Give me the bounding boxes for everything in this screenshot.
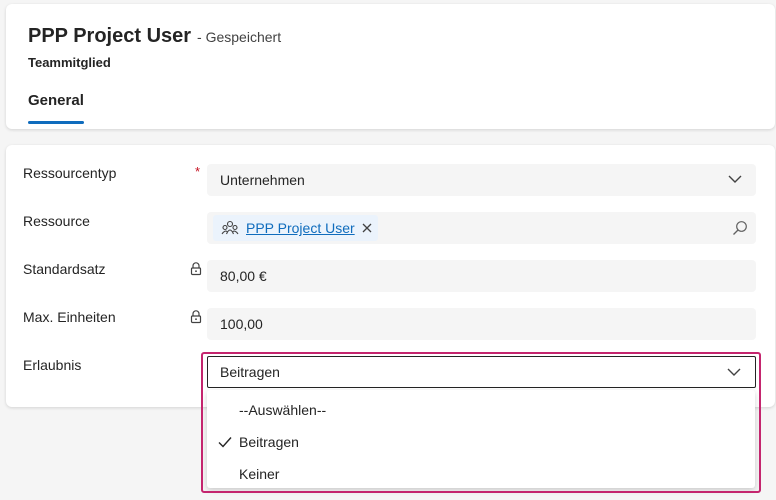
save-status: - Gespeichert bbox=[197, 29, 282, 45]
chevron-down-icon bbox=[727, 368, 741, 376]
option-label: --Auswählen-- bbox=[239, 402, 327, 418]
lookup-chip[interactable]: PPP Project User bbox=[213, 215, 378, 241]
field-row-standardsatz: Standardsatz 80,00 € bbox=[6, 260, 775, 292]
lock-icon bbox=[190, 310, 202, 324]
field-row-erlaubnis: Erlaubnis Beitragen bbox=[6, 356, 775, 388]
tab-general[interactable]: General bbox=[28, 92, 84, 109]
lookup-value-link[interactable]: PPP Project User bbox=[246, 220, 355, 236]
erlaubnis-dropdown-list: --Auswählen-- Beitragen Keiner bbox=[207, 390, 755, 488]
field-row-ressource: Ressource PPP Project User bbox=[6, 212, 775, 244]
select-value: Beitragen bbox=[220, 364, 280, 380]
title-row: PPP Project User - Gespeichert bbox=[28, 25, 281, 48]
field-value: 80,00 € bbox=[220, 268, 267, 284]
active-tab-indicator bbox=[28, 121, 84, 124]
checkmark-icon bbox=[218, 437, 232, 448]
erlaubnis-select[interactable]: Beitragen bbox=[207, 356, 756, 388]
form-card: Ressourcentyp * Unternehmen Ressource PP… bbox=[6, 145, 775, 407]
entity-type-label: Teammitglied bbox=[28, 55, 111, 70]
header-card: PPP Project User - Gespeichert Teammitgl… bbox=[6, 4, 775, 129]
max-einheiten-input: 100,00 bbox=[207, 308, 756, 340]
required-marker: * bbox=[195, 164, 201, 179]
field-label: Max. Einheiten bbox=[23, 309, 116, 325]
search-icon[interactable] bbox=[732, 220, 748, 236]
field-row-ressourcentyp: Ressourcentyp * Unternehmen bbox=[6, 164, 775, 196]
page-title: PPP Project User bbox=[28, 25, 192, 47]
chevron-down-icon bbox=[728, 175, 742, 183]
close-icon[interactable] bbox=[362, 223, 372, 233]
ressourcentyp-select[interactable]: Unternehmen bbox=[207, 164, 756, 196]
field-row-max-einheiten: Max. Einheiten 100,00 bbox=[6, 308, 775, 340]
option-label: Keiner bbox=[239, 466, 280, 482]
select-value: Unternehmen bbox=[220, 172, 305, 188]
lock-icon bbox=[190, 262, 202, 276]
ressource-lookup[interactable]: PPP Project User bbox=[207, 212, 756, 244]
field-value: 100,00 bbox=[220, 316, 263, 332]
dropdown-option[interactable]: Keiner bbox=[207, 458, 755, 490]
field-label: Ressource bbox=[23, 213, 90, 229]
dropdown-option-selected[interactable]: Beitragen bbox=[207, 426, 755, 458]
dropdown-option[interactable]: --Auswählen-- bbox=[207, 394, 755, 426]
option-label: Beitragen bbox=[239, 434, 299, 450]
field-label: Standardsatz bbox=[23, 261, 106, 277]
field-label: Erlaubnis bbox=[23, 357, 82, 373]
team-icon bbox=[221, 220, 239, 235]
standardsatz-input: 80,00 € bbox=[207, 260, 756, 292]
field-label: Ressourcentyp bbox=[23, 165, 117, 181]
